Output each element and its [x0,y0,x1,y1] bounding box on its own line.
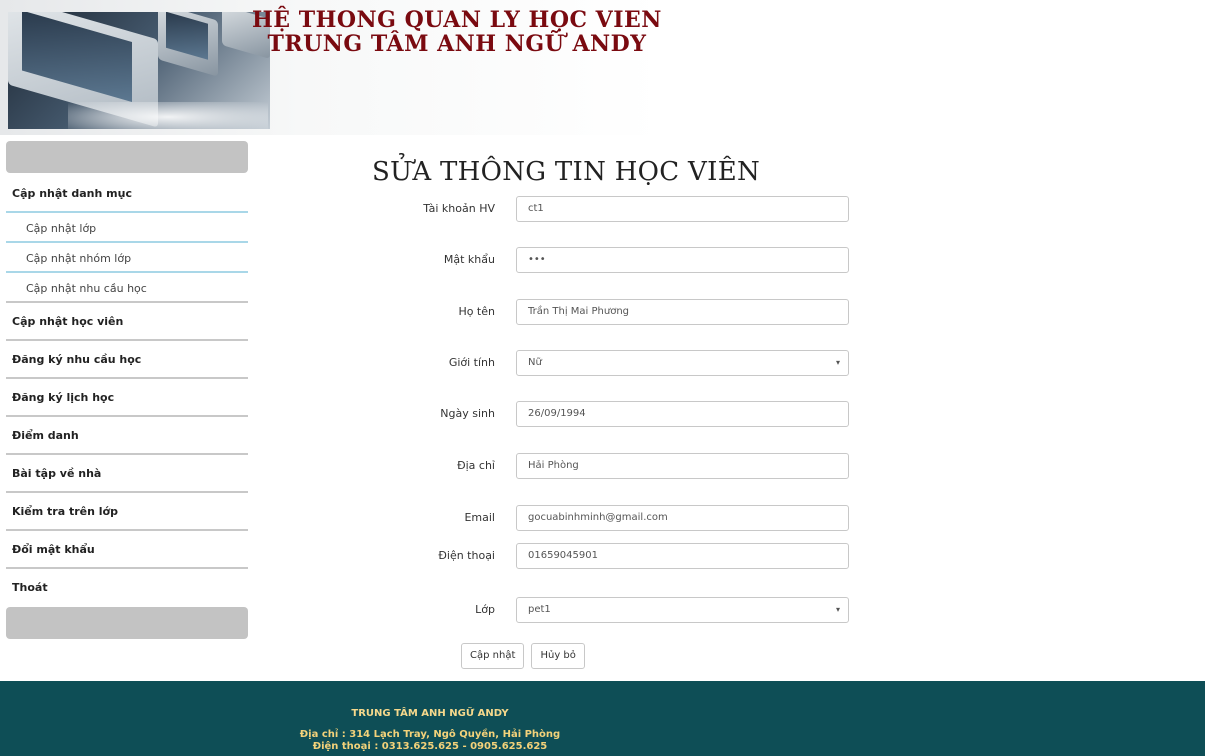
sidebar-menu: Cập nhật danh mục Cập nhật lớp Cập nhật … [6,173,248,607]
form-row-address: Địa chỉ Hải Phòng [250,453,1205,479]
site-title-line1: HỆ THONG QUAN LY HỌC VIEN [252,7,662,33]
monitor-graphic [158,12,218,77]
email-label: Email [464,511,495,524]
site-title-line2: TRUNG TÂM ANH NGỮ ANDY [267,31,647,57]
form-row-phone: Điện thoại 01659045901 [250,543,1205,569]
password-input[interactable]: ••• [516,247,849,273]
site-title: HỆ THONG QUAN LY HỌC VIEN TRUNG TÂM ANH … [252,8,662,56]
sidebar-item-bai-tap-ve-nha[interactable]: Bài tập về nhà [6,455,248,493]
form-row-account: Tài khoản HV ct1 [250,196,1205,222]
sidebar: Cập nhật danh mục Cập nhật lớp Cập nhật … [6,141,248,639]
class-label: Lớp [475,603,495,616]
birthdate-label: Ngày sinh [440,407,495,420]
phone-input[interactable]: 01659045901 [516,543,849,569]
form-row-class: Lớp pet1 [250,597,1205,623]
fullname-label: Họ tên [458,305,495,318]
password-label: Mật khẩu [443,253,495,266]
page-title: SỬA THÔNG TIN HỌC VIÊN [372,157,761,187]
sidebar-item-kiem-tra-tren-lop[interactable]: Kiểm tra trên lớp [6,493,248,531]
edit-student-form: SỬA THÔNG TIN HỌC VIÊN Tài khoản HV ct1 … [250,141,1205,681]
address-input[interactable]: Hải Phòng [516,453,849,479]
footer: TRUNG TÂM ANH NGỮ ANDY Địa chỉ : 314 Lạc… [0,681,1205,756]
sidebar-footer-bar [6,607,248,639]
gender-select[interactable]: Nữ [516,350,849,376]
form-actions: Cập nhật Hủy bỏ [461,643,587,669]
sidebar-item-cap-nhat-nhom-lop[interactable]: Cập nhật nhóm lớp [6,243,248,273]
sidebar-item-cap-nhat-danh-muc[interactable]: Cập nhật danh mục [6,173,248,213]
form-row-birthdate: Ngày sinh 26/09/1994 [250,401,1205,427]
fullname-input[interactable]: Trần Thị Mai Phương [516,299,849,325]
form-row-email: Email gocuabinhminh@gmail.com [250,505,1205,531]
footer-address: Địa chỉ : 314 Lạch Tray, Ngô Quyền, Hải … [299,729,561,740]
banner-image [8,12,270,129]
account-label: Tài khoản HV [423,202,495,215]
form-row-fullname: Họ tên Trần Thị Mai Phương [250,299,1205,325]
sidebar-header-bar [6,141,248,173]
footer-contact: Địa chỉ : 314 Lạch Tray, Ngô Quyền, Hải … [0,729,860,753]
sidebar-item-cap-nhat-lop[interactable]: Cập nhật lớp [6,213,248,243]
phone-label: Điện thoại [438,549,495,562]
account-input[interactable]: ct1 [516,196,849,222]
email-input[interactable]: gocuabinhminh@gmail.com [516,505,849,531]
footer-phone: Điện thoại : 0313.625.625 - 0905.625.625 [312,741,548,752]
sidebar-item-doi-mat-khau[interactable]: Đổi mật khẩu [6,531,248,569]
sidebar-item-diem-danh[interactable]: Điểm danh [6,417,248,455]
birthdate-input[interactable]: 26/09/1994 [516,401,849,427]
sidebar-item-thoat[interactable]: Thoát [6,569,248,607]
form-row-gender: Giới tính Nữ [250,350,1205,376]
sidebar-item-cap-nhat-nhu-cau-hoc[interactable]: Cập nhật nhu cầu học [6,273,248,303]
class-select[interactable]: pet1 [516,597,849,623]
sidebar-item-cap-nhat-hoc-vien[interactable]: Cập nhật học viên [6,303,248,341]
gender-label: Giới tính [448,356,495,369]
sidebar-item-dang-ky-nhu-cau-hoc[interactable]: Đăng ký nhu cầu học [6,341,248,379]
address-label: Địa chỉ [457,459,495,472]
sidebar-item-dang-ky-lich-hoc[interactable]: Đăng ký lịch học [6,379,248,417]
form-row-password: Mật khẩu ••• [250,247,1205,273]
footer-center-name: TRUNG TÂM ANH NGỮ ANDY [351,708,509,719]
update-button[interactable]: Cập nhật [461,643,525,669]
header: HỆ THONG QUAN LY HỌC VIEN TRUNG TÂM ANH … [0,0,1205,135]
cancel-button[interactable]: Hủy bỏ [531,643,585,669]
